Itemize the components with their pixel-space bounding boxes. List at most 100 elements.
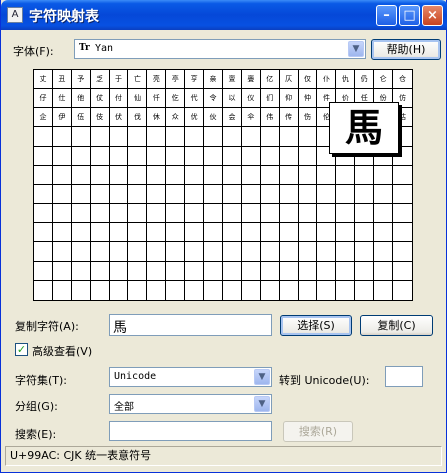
font-select[interactable]: Tr Yan ▼ xyxy=(74,39,366,59)
char-cell[interactable] xyxy=(355,184,375,205)
char-cell[interactable] xyxy=(71,165,91,185)
char-cell[interactable] xyxy=(110,280,129,300)
char-cell[interactable] xyxy=(279,223,299,243)
char-cell[interactable] xyxy=(317,280,337,300)
title-bar[interactable]: A 字符映射表 – □ × xyxy=(1,0,447,30)
char-cell[interactable] xyxy=(374,280,394,300)
char-cell[interactable] xyxy=(128,184,148,205)
search-input[interactable] xyxy=(109,421,272,441)
char-cell[interactable]: 伐 xyxy=(128,108,148,128)
char-cell[interactable]: 伞 xyxy=(241,108,261,128)
char-cell[interactable]: 仍 xyxy=(355,70,375,90)
char-cell[interactable] xyxy=(71,261,91,281)
char-cell[interactable] xyxy=(91,280,110,300)
char-cell[interactable] xyxy=(222,242,242,262)
char-cell[interactable]: 丑 xyxy=(52,70,72,90)
char-cell[interactable] xyxy=(298,242,318,262)
char-cell[interactable] xyxy=(109,146,129,166)
char-cell[interactable] xyxy=(52,127,72,147)
char-cell[interactable] xyxy=(71,242,91,262)
char-cell[interactable] xyxy=(71,223,91,243)
char-cell[interactable]: 仕 xyxy=(52,89,72,109)
char-cell[interactable] xyxy=(336,261,356,281)
char-cell[interactable] xyxy=(128,261,148,281)
char-cell[interactable] xyxy=(204,184,223,205)
char-cell[interactable] xyxy=(374,261,394,281)
char-cell[interactable] xyxy=(90,146,110,166)
char-cell[interactable] xyxy=(298,146,318,166)
char-cell[interactable] xyxy=(260,242,280,262)
char-cell[interactable] xyxy=(71,127,91,147)
char-cell[interactable]: 伍 xyxy=(71,108,91,128)
char-cell[interactable] xyxy=(128,223,148,243)
char-cell[interactable]: 仇 xyxy=(336,70,356,90)
char-cell[interactable] xyxy=(374,204,394,224)
char-cell[interactable] xyxy=(147,204,167,224)
char-cell[interactable] xyxy=(52,242,72,262)
char-cell[interactable]: 们 xyxy=(260,89,280,109)
char-cell[interactable] xyxy=(393,185,412,205)
char-cell[interactable] xyxy=(52,261,72,281)
char-cell[interactable] xyxy=(34,261,53,281)
char-cell[interactable] xyxy=(185,127,205,147)
select-button[interactable]: 选择(S) xyxy=(280,315,352,336)
close-button[interactable]: × xyxy=(422,5,443,26)
char-cell[interactable] xyxy=(336,280,356,300)
char-cell[interactable]: 伏 xyxy=(109,108,129,128)
char-cell[interactable] xyxy=(241,242,261,262)
char-cell[interactable] xyxy=(279,184,299,205)
help-button[interactable]: 帮助(H) xyxy=(371,39,441,60)
char-cell[interactable] xyxy=(222,184,242,205)
char-cell[interactable] xyxy=(317,242,337,262)
char-cell[interactable] xyxy=(241,184,261,205)
char-cell[interactable] xyxy=(204,204,223,224)
char-cell[interactable] xyxy=(317,204,337,224)
char-cell[interactable]: 仔 xyxy=(34,89,53,109)
char-cell[interactable] xyxy=(223,280,242,300)
char-cell[interactable] xyxy=(260,165,280,185)
char-cell[interactable]: 亮 xyxy=(147,70,167,90)
char-cell[interactable]: 仄 xyxy=(279,70,299,90)
char-cell[interactable] xyxy=(393,166,412,185)
char-cell[interactable] xyxy=(204,261,223,281)
char-cell[interactable] xyxy=(72,280,91,300)
char-cell[interactable] xyxy=(298,204,318,224)
char-cell[interactable] xyxy=(52,184,72,205)
char-cell[interactable] xyxy=(242,280,261,300)
char-cell[interactable]: 以 xyxy=(222,89,242,109)
char-cell[interactable] xyxy=(128,146,148,166)
char-cell[interactable] xyxy=(374,165,394,185)
char-cell[interactable] xyxy=(166,184,186,205)
char-cell[interactable]: 亿 xyxy=(260,70,280,90)
char-cell[interactable] xyxy=(90,204,110,224)
char-cell[interactable] xyxy=(204,280,223,300)
char-cell[interactable] xyxy=(355,261,375,281)
chevron-down-icon[interactable]: ▼ xyxy=(348,41,364,57)
char-cell[interactable] xyxy=(52,146,72,166)
char-cell[interactable]: 仪 xyxy=(241,89,261,109)
char-cell[interactable] xyxy=(317,261,337,281)
char-cell[interactable]: 他 xyxy=(71,89,91,109)
char-cell[interactable] xyxy=(222,261,242,281)
char-cell[interactable] xyxy=(166,242,186,262)
char-cell[interactable]: 亲 xyxy=(204,70,223,90)
char-cell[interactable] xyxy=(241,146,261,166)
char-cell[interactable]: 仰 xyxy=(279,89,299,109)
char-cell[interactable] xyxy=(355,280,375,300)
char-cell[interactable] xyxy=(52,223,72,243)
char-cell[interactable] xyxy=(355,165,375,185)
char-cell[interactable]: 亶 xyxy=(222,70,242,90)
char-cell[interactable] xyxy=(260,223,280,243)
char-cell[interactable]: 仆 xyxy=(317,70,337,90)
char-cell[interactable] xyxy=(241,127,261,147)
chevron-down-icon[interactable]: ▼ xyxy=(254,396,270,412)
char-cell[interactable]: 仑 xyxy=(374,70,394,90)
char-cell[interactable] xyxy=(317,165,337,185)
char-cell[interactable] xyxy=(393,242,412,262)
char-cell[interactable] xyxy=(298,261,318,281)
char-cell[interactable]: 伙 xyxy=(204,108,223,128)
char-cell[interactable]: 仅 xyxy=(298,70,318,90)
char-cell[interactable]: 会 xyxy=(222,108,242,128)
char-cell[interactable] xyxy=(222,165,242,185)
char-cell[interactable] xyxy=(336,184,356,205)
